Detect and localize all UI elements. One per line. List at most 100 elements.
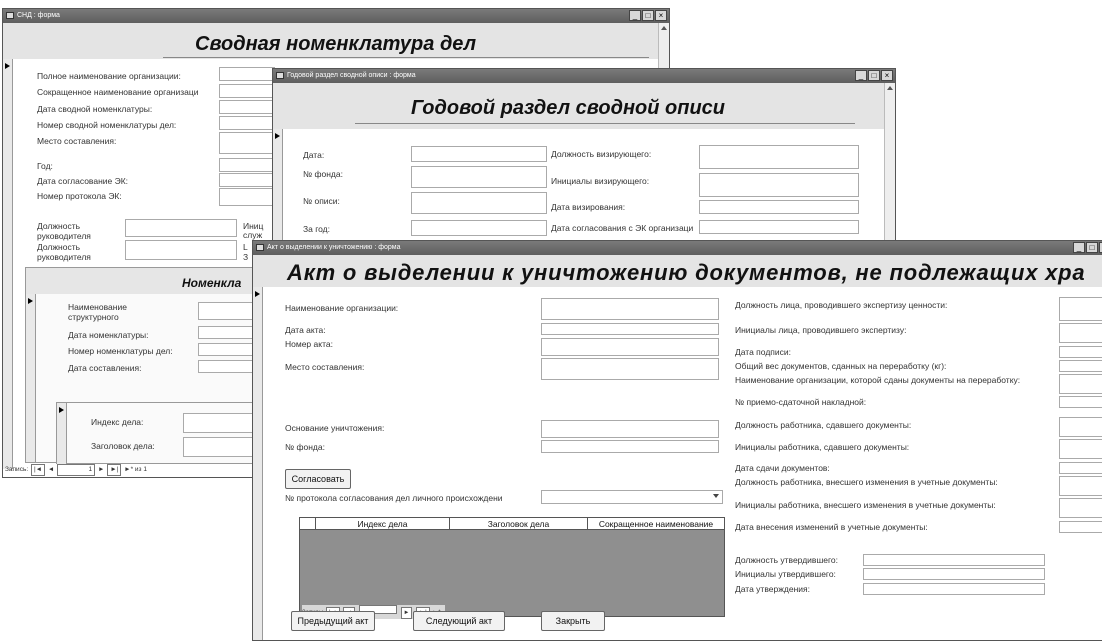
protocol-combo[interactable] <box>541 490 723 504</box>
nomenclature-date-field[interactable] <box>219 100 275 114</box>
maximize-icon[interactable]: □ <box>1086 242 1098 253</box>
window-snd-titlebar[interactable]: СНД : форма _ □ × <box>3 9 669 23</box>
label-head-position-2: Должность руководителя <box>37 242 91 262</box>
record-selector[interactable] <box>3 59 13 469</box>
label-z-cut: З <box>243 252 249 262</box>
protocol-number-field[interactable] <box>219 188 275 206</box>
agree-button[interactable]: Согласовать <box>285 469 351 489</box>
vis-position-field[interactable] <box>699 145 859 169</box>
fond-field[interactable] <box>411 166 547 188</box>
total-weight-field[interactable] <box>1059 360 1102 372</box>
datasheet-selector-col <box>300 518 316 530</box>
ek-agreement-date-field[interactable] <box>699 220 859 234</box>
next-act-button[interactable]: Следующий акт <box>413 611 505 631</box>
window-annual-title: Годовой раздел сводной описи : форма <box>287 72 416 79</box>
edit-date-field[interactable] <box>1059 521 1102 533</box>
inventory-field[interactable] <box>411 192 547 214</box>
label-unit-name: Наименование структурного <box>68 302 127 322</box>
column-short-name[interactable]: Сокращенное наименование <box>588 518 724 530</box>
previous-act-button[interactable]: Предыдущий акт <box>291 611 375 631</box>
close-icon[interactable]: × <box>881 70 893 81</box>
window-annual-titlebar[interactable]: Годовой раздел сводной описи : форма _ □… <box>273 69 895 83</box>
record-selector[interactable] <box>253 287 263 640</box>
reason-field[interactable] <box>541 420 719 438</box>
short-name-field[interactable] <box>219 84 275 98</box>
worker-position-field[interactable] <box>1059 417 1102 437</box>
place-field[interactable] <box>541 358 719 380</box>
label-place: Место составления: <box>37 136 117 146</box>
act-number-field[interactable] <box>541 338 719 356</box>
datasheet-header: Индекс дела Заголовок дела Сокращенное н… <box>300 518 724 530</box>
scroll-up-icon[interactable] <box>887 86 893 90</box>
date-field[interactable] <box>411 146 547 162</box>
place-field[interactable] <box>219 132 275 154</box>
close-button[interactable]: Закрыть <box>541 611 605 631</box>
vis-initials-field[interactable] <box>699 173 859 197</box>
form-icon <box>6 12 14 19</box>
label-protocol-number: Номер протокола ЭК: <box>37 191 122 201</box>
expert-position-field[interactable] <box>1059 297 1102 321</box>
label-approve-date: Дата утверждения: <box>735 584 810 594</box>
approver-position-field[interactable] <box>863 554 1045 566</box>
column-case-title[interactable]: Заголовок дела <box>450 518 588 530</box>
nav-prev-button[interactable]: ◄ <box>48 465 54 475</box>
minimize-icon[interactable]: _ <box>1073 242 1085 253</box>
year-field[interactable] <box>219 158 275 172</box>
label-protocol: № протокола согласования дел личного про… <box>285 493 503 503</box>
label-year: Год: <box>37 161 53 171</box>
head-position-field-1[interactable] <box>125 219 237 237</box>
column-case-index[interactable]: Индекс дела <box>316 518 450 530</box>
editor-initials-field[interactable] <box>1059 498 1102 518</box>
label-act-number: Номер акта: <box>285 339 333 349</box>
worker-initials-field[interactable] <box>1059 439 1102 459</box>
page-title: Годовой раздел сводной описи <box>411 97 726 119</box>
label-nomenclature-date: Дата сводной номенклатуры: <box>37 104 153 114</box>
datasheet-nav-next[interactable]: ► <box>400 607 413 619</box>
vis-date-field[interactable] <box>699 200 859 214</box>
ek-date-field[interactable] <box>219 173 275 187</box>
head-position-field-2[interactable] <box>125 240 237 260</box>
act-date-field[interactable] <box>541 323 719 335</box>
label-expert-position: Должность лица, проводившего экспертизу … <box>735 300 948 310</box>
nav-next-button[interactable]: ► <box>98 465 104 475</box>
page-title: Акт о выделении к уничтожению документов… <box>287 260 1086 285</box>
nomenclature-subform: Номенкла Наименование структурного Дата … <box>25 267 285 465</box>
approver-initials-field[interactable] <box>863 568 1045 580</box>
minimize-icon[interactable]: _ <box>629 10 641 21</box>
label-reason: Основание уничтожения: <box>285 423 385 433</box>
subform-record-selector[interactable] <box>26 294 36 462</box>
full-name-field[interactable] <box>219 67 275 81</box>
case-record-selector[interactable] <box>57 403 67 465</box>
label-recycler-org: Наименование организации, которой сданы … <box>735 375 1021 385</box>
nav-new-button[interactable]: ►* <box>124 465 133 475</box>
expert-initials-field[interactable] <box>1059 323 1102 343</box>
close-icon[interactable]: × <box>655 10 667 21</box>
org-name-field[interactable] <box>541 298 719 320</box>
window-act-titlebar[interactable]: Акт о выделении к уничтожению : форма _ … <box>253 241 1102 255</box>
waybill-field[interactable] <box>1059 396 1102 408</box>
scroll-up-icon[interactable] <box>661 26 667 30</box>
cases-datasheet[interactable]: Индекс дела Заголовок дела Сокращенное н… <box>299 517 725 619</box>
nav-first-button[interactable]: |◄ <box>30 464 46 476</box>
label-org-name: Наименование организации: <box>285 303 399 313</box>
maximize-icon[interactable]: □ <box>868 70 880 81</box>
approve-date-field[interactable] <box>863 583 1045 595</box>
nomenclature-number-field[interactable] <box>219 116 275 130</box>
label-short-name: Сокращенное наименование организаци <box>37 87 199 97</box>
fond-field[interactable] <box>541 440 719 453</box>
maximize-icon[interactable]: □ <box>642 10 654 21</box>
sign-date-field[interactable] <box>1059 346 1102 358</box>
editor-position-field[interactable] <box>1059 476 1102 496</box>
current-record-icon <box>5 63 10 69</box>
minimize-icon[interactable]: _ <box>855 70 867 81</box>
nav-last-button[interactable]: ►| <box>107 464 122 476</box>
handover-date-field[interactable] <box>1059 462 1102 474</box>
label-worker-initials: Инициалы работника, сдавшего документы: <box>735 442 910 452</box>
recycler-org-field[interactable] <box>1059 374 1102 394</box>
label-ek-date: Дата согласование ЭК: <box>37 176 129 186</box>
label-waybill: № приемо-сдаточной накладной: <box>735 397 867 407</box>
for-year-field[interactable] <box>411 220 547 236</box>
nav-current-record[interactable]: 1 <box>57 464 96 476</box>
chevron-down-icon[interactable] <box>713 494 719 498</box>
label-expert-initials: Инициалы лица, проводившего экспертизу: <box>735 325 907 335</box>
